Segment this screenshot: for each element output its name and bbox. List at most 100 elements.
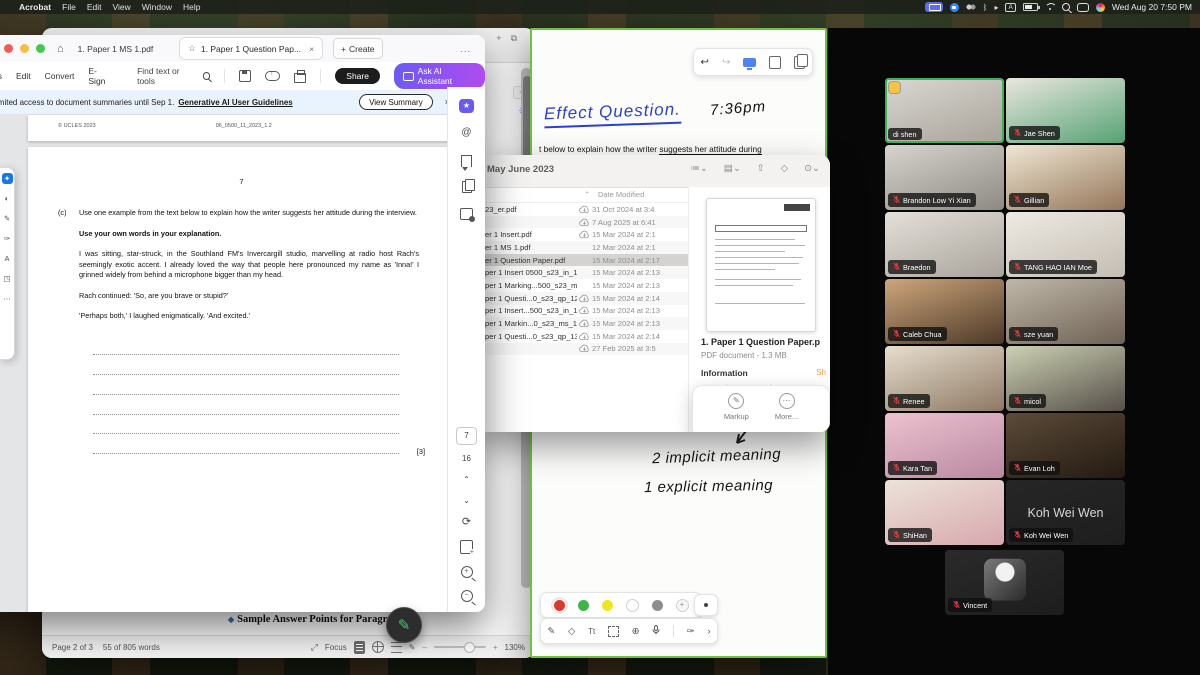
bookmarks-icon[interactable] bbox=[461, 155, 472, 171]
color-swatch[interactable] bbox=[625, 598, 639, 612]
text-tool-icon[interactable]: A bbox=[2, 253, 13, 264]
participant-tile[interactable]: ShiHan bbox=[885, 480, 1004, 545]
draft-view-icon[interactable] bbox=[390, 641, 402, 653]
zoom-out-icon[interactable]: − bbox=[460, 590, 473, 602]
stamp-icon[interactable] bbox=[460, 208, 475, 222]
participant-tile[interactable]: Kara Tan bbox=[885, 413, 1004, 478]
play-circle-icon[interactable]: ▸ bbox=[994, 3, 998, 12]
file-row[interactable]: er 1 Insert.pdf 15 Mar 2024 at 2:1 bbox=[478, 228, 688, 241]
file-row[interactable]: per 1 Insert 0500_s23_in_12.pdf 15 Mar 20… bbox=[478, 266, 688, 280]
all-tools-button[interactable]: tools bbox=[0, 71, 2, 81]
pen-view-icon[interactable]: ✎ bbox=[409, 643, 416, 652]
tab-paper1-ms[interactable]: 1. Paper 1 MS 1.pdf bbox=[78, 44, 154, 54]
tag-icon[interactable]: ◇ bbox=[781, 163, 788, 174]
tab-paper1-question[interactable]: ☆ 1. Paper 1 Question Pap... × bbox=[179, 37, 324, 60]
menu-item-edit[interactable]: Edit bbox=[87, 2, 102, 12]
stroke-size-button[interactable] bbox=[694, 594, 718, 616]
battery-icon[interactable] bbox=[1022, 3, 1040, 11]
zoom-minus[interactable]: – bbox=[422, 643, 426, 652]
close-window-button[interactable] bbox=[4, 44, 13, 53]
participant-tile[interactable]: Caleb Chua bbox=[885, 279, 1004, 344]
menu-item-file[interactable]: File bbox=[62, 2, 76, 12]
selected-tool-icon[interactable]: ✦ bbox=[1, 173, 13, 184]
pdf-document-area[interactable]: © UCLES 2023 06_0500_11_2023_1.2 7 (c) Use… bbox=[0, 114, 448, 612]
comment-tool-icon[interactable]: ◐ bbox=[2, 193, 13, 204]
file-row[interactable]: per 1 Marking...500_s23_ms_12.pdf 15 Mar … bbox=[478, 279, 688, 292]
mic-tool-icon[interactable] bbox=[652, 624, 660, 638]
color-swatch[interactable] bbox=[651, 599, 663, 611]
window-overflow-menu[interactable]: ... bbox=[460, 44, 471, 54]
redo-icon[interactable]: ↪ bbox=[722, 57, 730, 68]
refresh-icon[interactable]: ⟳ bbox=[462, 515, 471, 528]
fullscreen-window-button[interactable] bbox=[36, 44, 45, 53]
sort-arrow-icon[interactable]: ⌃ bbox=[584, 190, 590, 199]
print-icon[interactable] bbox=[293, 69, 307, 83]
create-tab-button[interactable]: + Create bbox=[333, 38, 383, 59]
screen-share-icon[interactable] bbox=[924, 2, 943, 12]
copy-icon[interactable]: ⧉ bbox=[511, 33, 517, 44]
minimize-window-button[interactable] bbox=[20, 44, 29, 53]
participant-tile[interactable]: Brandon Low Yi Xian bbox=[885, 145, 1004, 210]
color-swatch[interactable] bbox=[601, 599, 613, 611]
close-tab-icon[interactable]: × bbox=[309, 44, 314, 54]
zoom-app-icon[interactable] bbox=[949, 2, 959, 12]
participant-tile[interactable]: Evan Loh bbox=[1006, 413, 1125, 478]
save-icon[interactable] bbox=[239, 70, 252, 82]
file-row[interactable]: per 1 Insert...500_s23_in_13.pdf 15 Mar 2… bbox=[478, 305, 688, 318]
input-source-icon[interactable]: A bbox=[1005, 2, 1016, 12]
copy-page-icon[interactable] bbox=[794, 53, 809, 69]
spotlight-icon[interactable] bbox=[1061, 3, 1070, 11]
home-icon[interactable]: ⌂ bbox=[57, 43, 64, 55]
participant-tile[interactable]: di shen bbox=[885, 78, 1004, 143]
zoom-plus[interactable]: + bbox=[493, 643, 498, 652]
add-icon[interactable]: + bbox=[496, 33, 501, 44]
screen-monitor-icon[interactable] bbox=[743, 57, 757, 70]
insert-icon[interactable]: ⊕ bbox=[632, 626, 640, 637]
participant-tile[interactable]: micol bbox=[1006, 346, 1125, 411]
find-tools-button[interactable]: Find text or tools bbox=[137, 66, 211, 86]
show-more-link[interactable]: Sh bbox=[816, 368, 826, 377]
edit-button[interactable]: Edit bbox=[16, 71, 31, 81]
stamp-tool-icon[interactable]: ◳ bbox=[2, 273, 13, 284]
zoom-in-icon[interactable]: + bbox=[460, 566, 473, 578]
menu-bar-clock[interactable]: Wed Aug 20 7:50 PM bbox=[1112, 2, 1192, 12]
convert-button[interactable]: Convert bbox=[45, 71, 75, 81]
export-page-icon[interactable] bbox=[769, 55, 782, 69]
eraser-icon[interactable]: ◇ bbox=[568, 626, 575, 637]
brush-icon[interactable]: ✑ bbox=[687, 626, 695, 637]
file-row[interactable]: 7 Aug 2025 at 6:41 bbox=[478, 215, 688, 229]
participant-tile[interactable]: sze yuan bbox=[1006, 279, 1125, 344]
file-row[interactable]: per 1 Questi...0_s23_qp_12.pdf 15 Mar 202… bbox=[478, 291, 688, 305]
star-icon[interactable]: ☆ bbox=[188, 43, 196, 54]
participant-tile[interactable]: Braedon bbox=[885, 212, 1004, 277]
file-row[interactable]: per 1 Questi...0_s23_qp_13.pdf 15 Mar 202… bbox=[478, 330, 688, 343]
word-ribbon-icons[interactable]: + ⧉ bbox=[496, 33, 517, 44]
highlight-tool-icon[interactable]: ✎ bbox=[2, 213, 13, 224]
participant-tile[interactable]: Renee bbox=[885, 346, 1004, 411]
draw-pencil-icon[interactable]: ✎ bbox=[547, 626, 555, 637]
page-down-icon[interactable]: ⌄ bbox=[463, 496, 470, 505]
page-up-icon[interactable]: ⌃ bbox=[463, 475, 470, 484]
file-row[interactable]: 27 Feb 2025 at 3:5 bbox=[478, 342, 688, 356]
participant-tile[interactable]: TANG HAO IAN Moe bbox=[1006, 212, 1125, 277]
group-view-icon[interactable]: ▤⌄ bbox=[724, 163, 741, 174]
menu-item-view[interactable]: View bbox=[112, 2, 130, 12]
more-action[interactable]: ⋯ More... bbox=[775, 393, 798, 432]
color-swatch[interactable] bbox=[577, 599, 589, 611]
more-tools-chevron-icon[interactable]: › bbox=[707, 626, 710, 637]
participant-tile[interactable]: Jae Shen bbox=[1006, 78, 1125, 143]
text-tool-icon[interactable]: Tt bbox=[588, 627, 595, 636]
status-icons-cluster[interactable] bbox=[965, 3, 976, 11]
focus-label[interactable]: Focus bbox=[325, 643, 347, 652]
more-tools-icon[interactable]: ⋯ bbox=[2, 293, 13, 304]
share-button[interactable]: Share bbox=[335, 68, 380, 84]
color-swatch[interactable] bbox=[550, 596, 568, 614]
share-icon[interactable]: ⇧ bbox=[757, 163, 765, 174]
markup-action[interactable]: ✎ Markup bbox=[724, 393, 749, 432]
file-row[interactable]: er 1 Question Paper.pdf 15 Mar 2024 at 2:… bbox=[478, 253, 688, 267]
zoom-slider[interactable] bbox=[433, 642, 486, 653]
ask-ai-assistant-button[interactable]: Ask AI Assistant bbox=[393, 63, 485, 89]
finder-column-header[interactable]: ⌃ Date Modified bbox=[478, 187, 688, 203]
file-row[interactable]: 23_er.pdf 31 Oct 2024 at 3:4 bbox=[478, 203, 688, 216]
current-page-box[interactable]: 7 bbox=[456, 427, 477, 445]
